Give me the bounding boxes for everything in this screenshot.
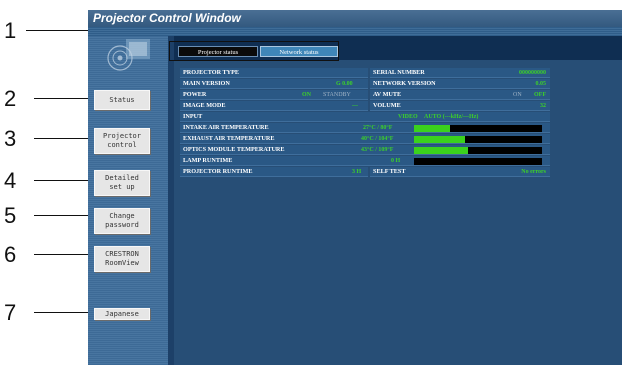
exhaust-temp-value: 40°C / 104°F (361, 136, 394, 142)
crestron-roomview-button[interactable]: CRESTRON RoomView (94, 246, 150, 272)
power-on-value: ON (302, 92, 311, 98)
callout-number: 3 (4, 126, 17, 151)
table-row: LAMP RUNTIME 0 H (180, 156, 550, 166)
table-row: IMAGE MODE --- VOLUME 32 (180, 101, 550, 111)
intake-temp-bar-fill (414, 125, 450, 132)
intake-temp-bar (414, 125, 542, 132)
table-row: PROJECTOR TYPE SERIAL NUMBER 000000000 (180, 68, 550, 78)
av-mute-off-value: OFF (534, 92, 546, 98)
exhaust-temp-bar (414, 136, 542, 143)
optics-temp-bar (414, 147, 542, 154)
sidebar: Status Projector control Detailed set up… (88, 36, 168, 365)
optics-temp-bar-fill (414, 147, 468, 154)
av-mute-on-value: ON (513, 92, 522, 98)
callout-line (34, 254, 94, 255)
table-row: MAIN VERSION G 0.00 NETWORK VERSION 0.05 (180, 79, 550, 89)
network-version-label: NETWORK VERSION (370, 79, 550, 89)
exhaust-temp-bar-fill (414, 136, 466, 143)
callout-line (34, 312, 94, 313)
title-bar: Projector Control Window (88, 10, 622, 27)
input-value: VIDEO (398, 114, 418, 120)
table-row: POWER ON STANDBY AV MUTE ON OFF (180, 90, 550, 100)
callout-number: 5 (4, 203, 17, 228)
intake-temp-value: 27°C / 80°F (363, 125, 393, 131)
callout-number: 6 (4, 242, 17, 267)
table-row: INTAKE AIR TEMPERATURE 27°C / 80°F (180, 123, 550, 133)
detailed-setup-label-1: Detailed (105, 174, 139, 182)
lamp-runtime-value: 0 H (391, 158, 401, 164)
callout-line (34, 180, 94, 181)
callout-number: 2 (4, 86, 17, 111)
projector-control-button[interactable]: Projector control (94, 128, 150, 154)
callout-number: 7 (4, 300, 17, 325)
japanese-button[interactable]: Japanese (94, 308, 150, 320)
volume-value: 32 (540, 103, 546, 109)
lamp-runtime-bar (414, 158, 542, 165)
projector-control-label-2: control (107, 141, 137, 149)
table-row: EXHAUST AIR TEMPERATURE 40°C / 104°F (180, 134, 550, 144)
callout-1-highlight-box (169, 41, 339, 61)
header-stripe (88, 27, 622, 36)
callout-line (34, 98, 94, 99)
projector-runtime-label: PROJECTOR RUNTIME (180, 167, 368, 177)
projector-runtime-value: 3 H (352, 169, 362, 175)
serial-number-value: 000000000 (519, 70, 546, 76)
projector-type-label: PROJECTOR TYPE (180, 68, 368, 78)
image-mode-label: IMAGE MODE (180, 101, 368, 111)
power-standby-value: STANDBY (323, 92, 351, 98)
status-button[interactable]: Status (94, 90, 150, 110)
crestron-label-1: CRESTRON (105, 250, 139, 258)
sidebar-divider (168, 36, 174, 365)
projector-control-window: Projector Control Window Status Projecto… (88, 10, 622, 365)
self-test-value: No errors (521, 169, 546, 175)
input-frequency-value: AUTO (---kHz/---Hz) (424, 114, 479, 120)
table-row: OPTICS MODULE TEMPERATURE 43°C / 109°F (180, 145, 550, 155)
change-password-label-1: Change (109, 212, 135, 220)
volume-label: VOLUME (370, 101, 550, 111)
callout-number: 4 (4, 168, 17, 193)
table-row: PROJECTOR RUNTIME 3 H SELF TEST No error… (180, 167, 550, 177)
av-mute-label: AV MUTE (370, 90, 550, 100)
status-button-label: Status (109, 95, 135, 104)
projector-logo-icon (107, 39, 150, 71)
image-mode-value: --- (352, 103, 358, 109)
projector-control-label-1: Projector (103, 132, 141, 140)
japanese-button-label: Japanese (105, 309, 139, 318)
table-row: INPUT VIDEO AUTO (---kHz/---Hz) (180, 112, 550, 122)
callout-line (34, 215, 94, 216)
main-version-value: G 0.00 (336, 81, 353, 87)
network-version-value: 0.05 (535, 81, 547, 87)
change-password-button[interactable]: Change password (94, 208, 150, 234)
change-password-label-2: password (105, 221, 139, 229)
window-title: Projector Control Window (93, 11, 241, 25)
input-label: INPUT (180, 112, 550, 122)
detailed-setup-button[interactable]: Detailed set up (94, 170, 150, 196)
callout-line (34, 138, 94, 139)
optics-temp-value: 43°C / 109°F (361, 147, 394, 153)
crestron-label-2: RoomView (105, 259, 139, 267)
detailed-setup-label-2: set up (109, 183, 135, 191)
callout-number: 1 (4, 18, 17, 43)
